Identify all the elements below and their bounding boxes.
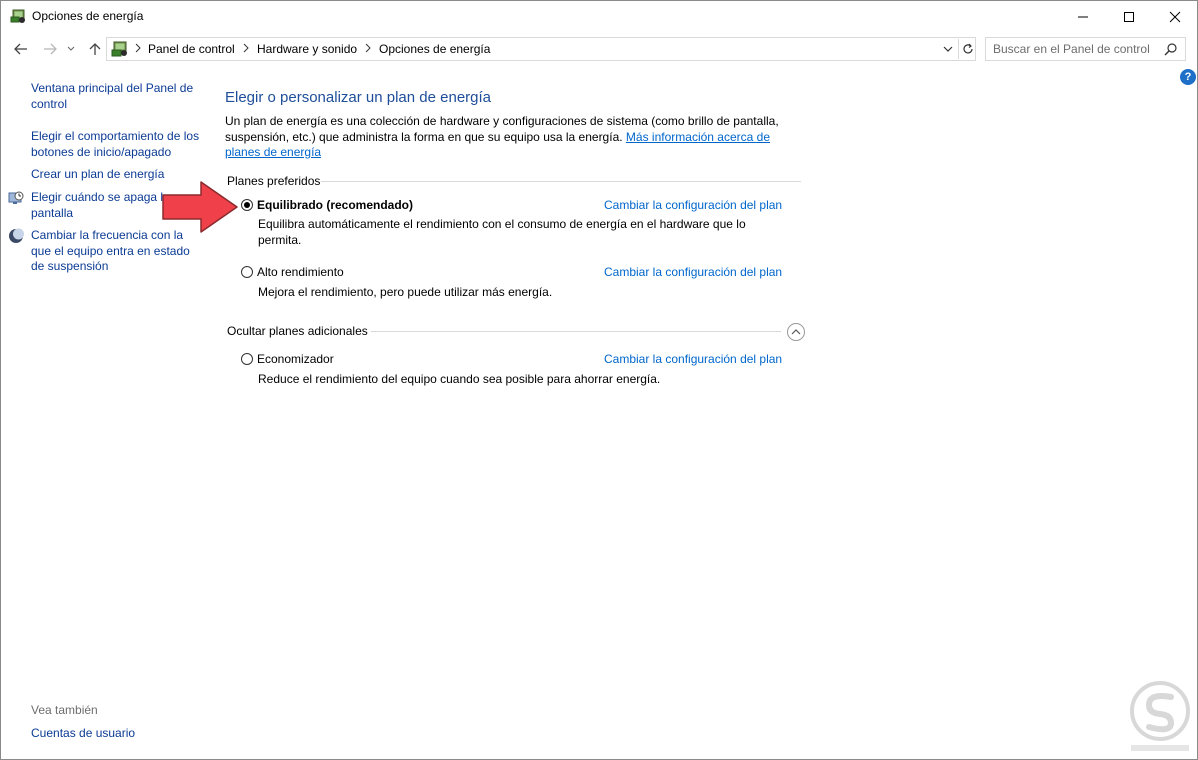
help-icon: ?: [1184, 71, 1192, 83]
moon-icon: [9, 228, 24, 243]
breadcrumb-power-options[interactable]: Opciones de energía: [379, 42, 490, 56]
refresh-button[interactable]: [958, 39, 977, 59]
see-also-heading: Vea también: [31, 703, 98, 717]
sidebar-link-user-accounts[interactable]: Cuentas de usuario: [31, 726, 135, 740]
chevron-up-icon: [791, 329, 801, 335]
page-title: Elegir o personalizar un plan de energía: [225, 89, 492, 106]
breadcrumb-control-panel[interactable]: Panel de control: [148, 42, 235, 56]
sidebar-link-power-buttons[interactable]: Elegir el comportamiento de los botones …: [31, 129, 201, 160]
close-icon: [1169, 11, 1181, 22]
plan-balanced-radio[interactable]: [241, 199, 253, 211]
chevron-right-icon: [365, 43, 371, 53]
plan-power-saver-radio[interactable]: [241, 353, 253, 365]
plan-power-saver-description: Reduce el rendimiento del equipo cuando …: [258, 372, 661, 386]
plan-power-saver-settings-link[interactable]: Cambiar la configuración del plan: [604, 352, 782, 366]
breadcrumb-hardware-sound[interactable]: Hardware y sonido: [257, 42, 357, 56]
control-panel-icon: [111, 41, 127, 57]
arrow-right-icon: [44, 43, 57, 55]
additional-plans-heading: Ocultar planes adicionales: [227, 324, 368, 338]
plan-power-saver-name[interactable]: Economizador: [257, 352, 334, 366]
refresh-icon: [963, 43, 973, 54]
power-options-window: Opciones de energía Panel de control Har…: [0, 0, 1198, 760]
sidebar-link-control-panel-home[interactable]: Ventana principal del Panel de control: [31, 81, 201, 112]
minimize-button[interactable]: [1060, 1, 1106, 32]
plan-high-performance-settings-link[interactable]: Cambiar la configuración del plan: [604, 265, 782, 279]
power-options-icon: [10, 9, 25, 23]
search-icon: [1164, 43, 1177, 56]
collapse-additional-plans-button[interactable]: [787, 323, 805, 341]
intro-text: Un plan de energía es una colección de h…: [225, 114, 805, 161]
minimize-icon: [1078, 16, 1088, 17]
plan-balanced-name[interactable]: Equilibrado (recomendado): [257, 198, 413, 212]
chevron-right-icon: [135, 43, 141, 53]
red-arrow-annotation: [162, 181, 238, 233]
plan-balanced-description: Equilibra automáticamente el rendimiento…: [258, 217, 746, 247]
search-input[interactable]: Buscar en el Panel de control: [985, 37, 1186, 61]
chevron-right-icon: [243, 43, 249, 53]
arrow-left-icon: [14, 43, 27, 55]
chevron-down-icon: [67, 46, 75, 51]
plan-high-performance-name[interactable]: Alto rendimiento: [257, 265, 344, 279]
window-title: Opciones de energía: [32, 9, 144, 23]
address-dropdown-button[interactable]: [940, 41, 956, 57]
maximize-icon: [1124, 11, 1134, 22]
arrow-up-icon: [89, 43, 101, 55]
plan-balanced-settings-link[interactable]: Cambiar la configuración del plan: [604, 198, 782, 212]
preferred-plans-heading: Planes preferidos: [227, 174, 321, 188]
address-bar[interactable]: Panel de control Hardware y sonido Opcio…: [106, 37, 976, 61]
forward-button[interactable]: [40, 39, 60, 59]
help-button[interactable]: ?: [1180, 69, 1196, 85]
group-divider: [371, 331, 781, 332]
recent-locations-button[interactable]: [64, 39, 78, 59]
title-bar: Opciones de energía: [1, 1, 1197, 32]
back-button[interactable]: [11, 39, 31, 59]
plan-high-performance-radio[interactable]: [241, 266, 253, 278]
plan-high-performance-description: Mejora el rendimiento, pero puede utiliz…: [258, 285, 553, 299]
close-button[interactable]: [1152, 1, 1198, 32]
group-divider: [321, 181, 801, 182]
navigation-bar: Panel de control Hardware y sonido Opcio…: [1, 35, 1197, 63]
maximize-button[interactable]: [1106, 1, 1152, 32]
watermark-logo-icon: [1130, 681, 1190, 751]
chevron-down-icon: [943, 46, 953, 52]
sidebar-link-display-off[interactable]: Elegir cuándo se apaga la pantalla: [31, 190, 171, 221]
search-placeholder: Buscar en el Panel de control: [993, 42, 1150, 56]
up-button[interactable]: [85, 39, 105, 59]
display-clock-icon: [8, 191, 24, 204]
